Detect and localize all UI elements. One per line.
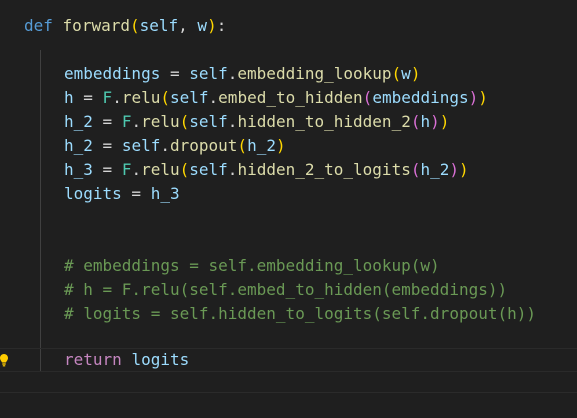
bracket: ( xyxy=(362,88,373,107)
bracket: ) xyxy=(478,88,488,107)
operator: = xyxy=(121,184,151,203)
module: F xyxy=(121,160,132,179)
indent-guide xyxy=(40,50,41,372)
bracket: ) xyxy=(439,112,450,131)
variable: h_2 xyxy=(64,136,93,155)
argument: embeddings xyxy=(372,88,469,107)
variable: logits xyxy=(64,184,122,203)
variable: embeddings xyxy=(64,64,161,83)
bracket: ) xyxy=(449,160,460,179)
code-line-def[interactable]: def forward(self, w): xyxy=(24,14,226,38)
bracket: ( xyxy=(160,88,170,107)
comma: , xyxy=(178,16,198,35)
param-w: w xyxy=(197,16,208,35)
self-ref: self xyxy=(170,88,209,107)
method: relu xyxy=(141,112,180,131)
method: embedding_lookup xyxy=(237,64,392,83)
bracket: ( xyxy=(129,16,140,35)
argument: h_2 xyxy=(247,136,276,155)
operator: = xyxy=(92,136,122,155)
method: relu xyxy=(121,88,161,107)
method: hidden_to_hidden_2 xyxy=(237,112,411,131)
code-line-h3[interactable]: h_3 = F.relu(self.hidden_2_to_logits(h_2… xyxy=(64,158,469,182)
dot: . xyxy=(208,88,219,107)
self-ref: self xyxy=(121,136,161,155)
argument: w xyxy=(401,64,411,83)
code-line-h2[interactable]: h_2 = F.relu(self.hidden_to_hidden_2(h)) xyxy=(64,110,449,134)
self-ref: self xyxy=(189,112,228,131)
operator: = xyxy=(73,88,103,107)
operator: = xyxy=(160,64,190,83)
code-line-logits[interactable]: logits = h_3 xyxy=(64,182,180,206)
method: embed_to_hidden xyxy=(218,88,363,107)
self-ref: self xyxy=(189,160,228,179)
dot: . xyxy=(160,136,170,155)
dot: . xyxy=(227,112,238,131)
bracket: ( xyxy=(237,136,248,155)
argument: h_3 xyxy=(150,184,180,203)
module: F xyxy=(102,88,113,107)
keyword-def: def xyxy=(24,16,53,35)
editor-bottom-border xyxy=(0,392,577,393)
code-line-comment-3[interactable]: # logits = self.hidden_to_logits(self.dr… xyxy=(64,302,536,326)
code-line-return[interactable]: return logits xyxy=(64,348,189,372)
bracket: ( xyxy=(179,112,190,131)
operator: = xyxy=(92,160,122,179)
function-name: forward xyxy=(62,16,130,35)
self-ref: self xyxy=(189,64,228,83)
module: F xyxy=(121,112,132,131)
bracket: ) xyxy=(207,16,217,35)
code-line-comment-2[interactable]: # h = F.relu(self.embed_to_hidden(embedd… xyxy=(64,278,507,302)
bracket: ( xyxy=(179,160,190,179)
dot: . xyxy=(112,88,122,107)
keyword-return: return xyxy=(64,350,122,369)
method: dropout xyxy=(169,136,238,155)
colon: : xyxy=(216,16,227,35)
code-line-h[interactable]: h = F.relu(self.embed_to_hidden(embeddin… xyxy=(64,86,488,110)
code-line-embeddings[interactable]: embeddings = self.embedding_lookup(w) xyxy=(64,62,420,86)
operator: = xyxy=(92,112,122,131)
dot: . xyxy=(227,160,238,179)
lightbulb-icon[interactable] xyxy=(0,352,8,367)
code-line-dropout[interactable]: h_2 = self.dropout(h_2) xyxy=(64,134,286,158)
variable: h_3 xyxy=(64,160,93,179)
dot: . xyxy=(131,112,142,131)
variable: h xyxy=(64,88,74,107)
code-editor[interactable]: def forward(self, w): embeddings = self.… xyxy=(0,0,577,418)
bracket: ) xyxy=(468,88,479,107)
bracket: ) xyxy=(410,64,421,83)
bracket: ) xyxy=(430,112,440,131)
method: relu xyxy=(141,160,180,179)
bracket: ) xyxy=(275,136,286,155)
argument: h xyxy=(420,112,431,131)
param-self: self xyxy=(139,16,179,35)
dot: . xyxy=(131,160,142,179)
dot: . xyxy=(227,64,238,83)
bracket: ( xyxy=(391,64,402,83)
code-line-comment-1[interactable]: # embeddings = self.embedding_lookup(w) xyxy=(64,254,440,278)
argument: h_2 xyxy=(420,160,450,179)
bracket: ) xyxy=(459,160,469,179)
return-value: logits xyxy=(131,350,190,369)
method: hidden_2_to_logits xyxy=(237,160,411,179)
variable: h_2 xyxy=(64,112,93,131)
